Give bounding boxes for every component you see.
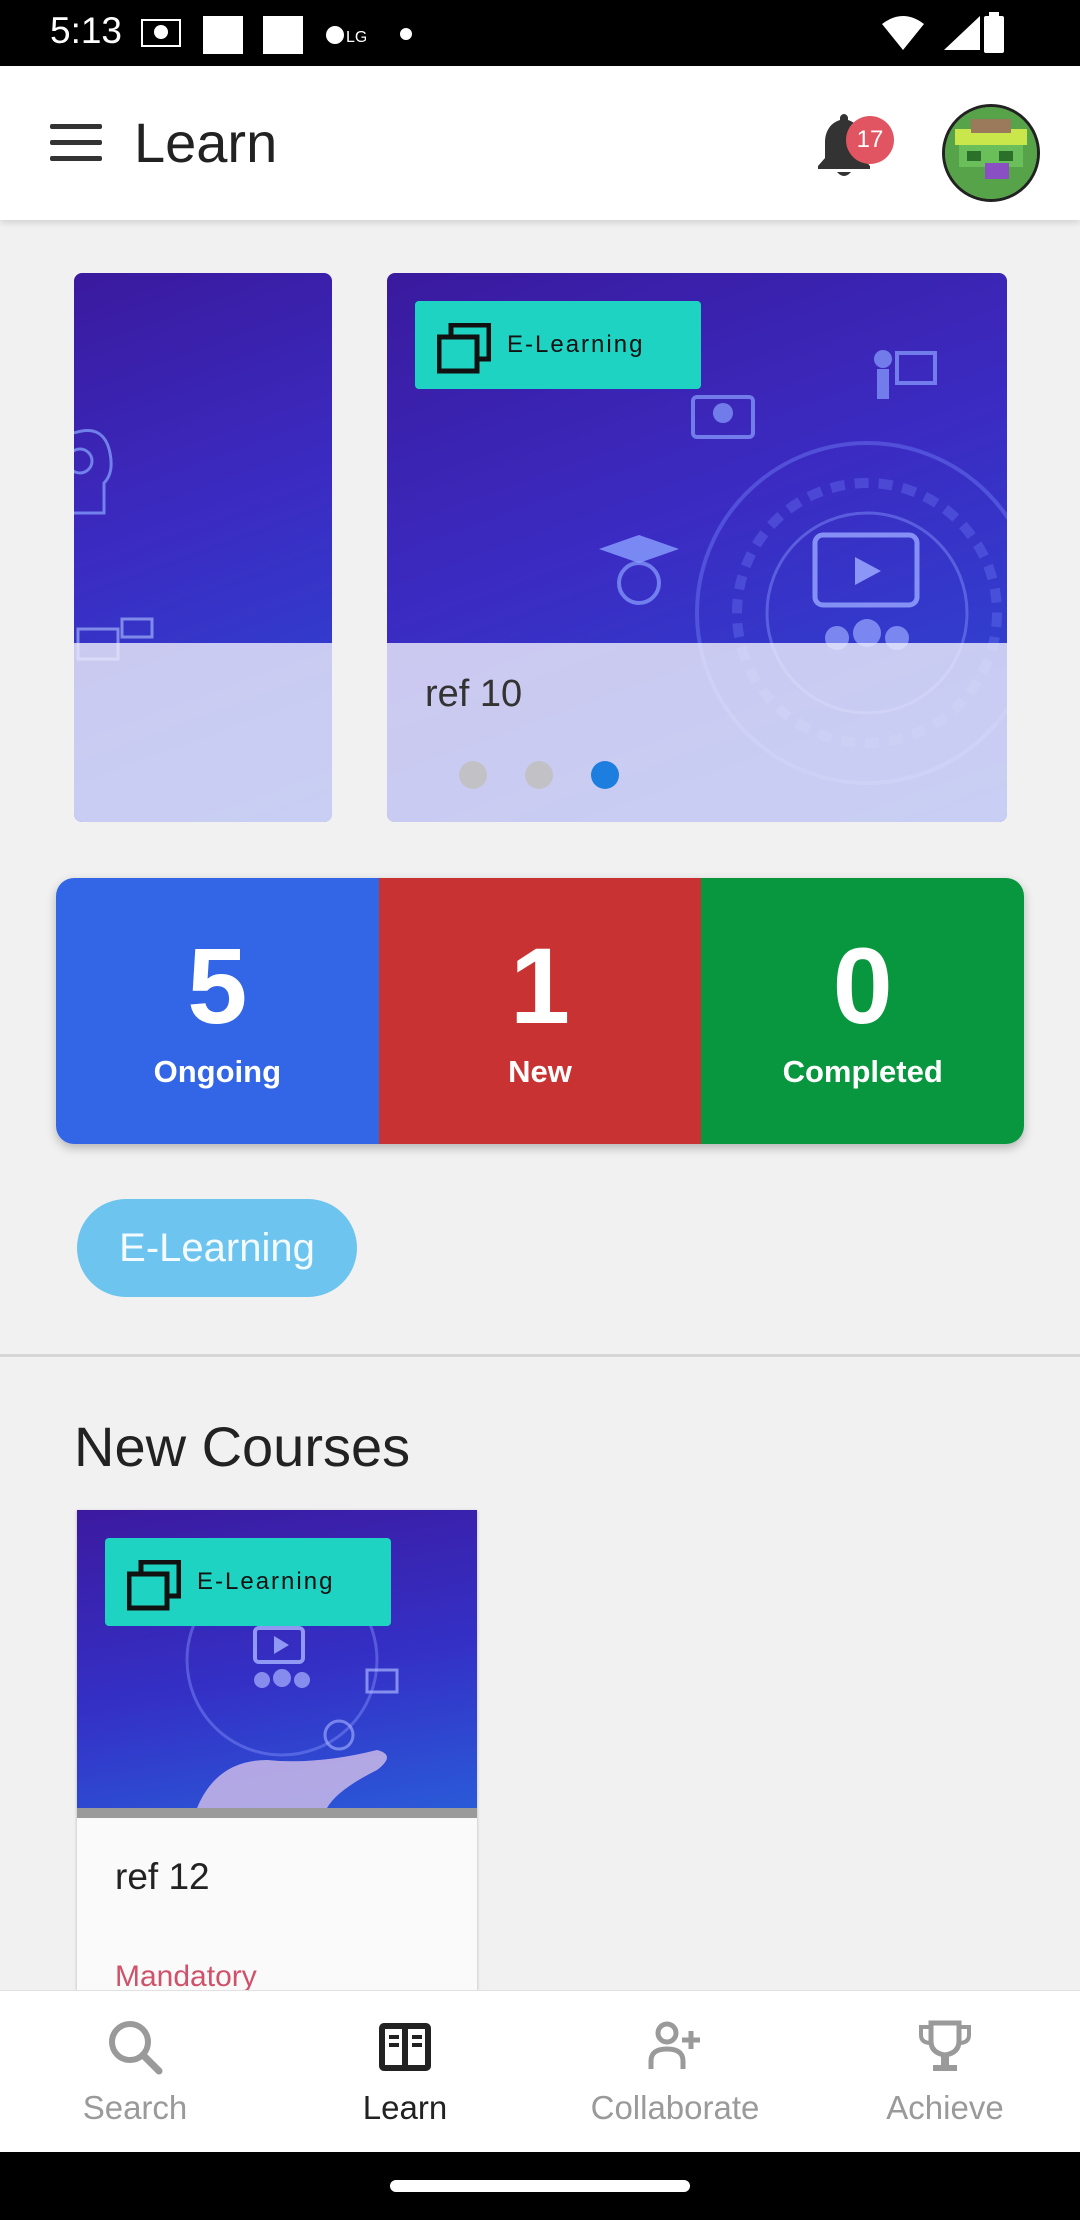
square-notification-icon: [203, 16, 243, 54]
stat-ongoing[interactable]: 5 Ongoing: [56, 878, 379, 1144]
course-title: ref 12: [115, 1856, 210, 1897]
stat-value: 1: [509, 925, 571, 1046]
signal-icon: [944, 16, 980, 50]
stat-value: 0: [832, 925, 893, 1046]
slide-title: ref 10: [425, 673, 523, 715]
book-icon: [379, 2023, 431, 2071]
bottom-navigation: Search Learn Collaborate Achieve: [0, 1990, 1080, 2153]
filter-chip-elearning[interactable]: E-Learning: [77, 1199, 357, 1297]
course-progress-bar: [77, 1808, 477, 1818]
course-card[interactable]: E-Learning ref 12 Mandatory: [77, 1510, 477, 1990]
carousel-dot-active[interactable]: [591, 761, 619, 789]
tag-label: E-Learning: [197, 1568, 335, 1595]
app-notification-icon: [141, 19, 181, 47]
slide-caption-area: [387, 643, 1007, 822]
carousel-dot[interactable]: [525, 761, 553, 789]
nav-item-learn[interactable]: Learn: [270, 1991, 540, 2153]
avatar[interactable]: [942, 104, 1040, 202]
app-bar: Learn: [0, 66, 1080, 220]
trophy-icon: [919, 2020, 971, 2071]
carousel-dot[interactable]: [459, 761, 487, 789]
svg-text:LG: LG: [346, 29, 366, 46]
dot-icon: [400, 28, 412, 40]
wifi-icon: [882, 16, 924, 50]
stat-completed[interactable]: 0 Completed: [701, 878, 1024, 1144]
square-notification-icon: [263, 16, 303, 54]
nav-label: Search: [82, 2089, 188, 2126]
course-mandatory-label: Mandatory: [115, 1960, 257, 1990]
add-person-icon: [648, 2021, 700, 2069]
nav-item-search[interactable]: Search: [0, 1991, 270, 2153]
tag-label: E-Learning: [507, 331, 645, 358]
avatar-image: [945, 107, 1037, 199]
course-stats: 5 Ongoing 1 New 0 Completed: [56, 878, 1024, 1144]
stat-label: Ongoing: [153, 1054, 282, 1089]
layers-icon: [437, 323, 491, 374]
menu-icon[interactable]: [50, 124, 102, 164]
stat-label: Completed: [782, 1054, 943, 1089]
status-time: 5:13: [50, 10, 123, 51]
nav-label: Learn: [362, 2089, 448, 2126]
page-title: Learn: [134, 111, 278, 174]
carousel-slide-current[interactable]: E-Learning ref 10: [387, 273, 1007, 822]
stat-new[interactable]: 1 New: [378, 878, 702, 1144]
notification-badge: 17: [846, 116, 894, 164]
course-type-tag: E-Learning: [105, 1538, 391, 1626]
section-divider: [0, 1354, 1080, 1357]
nav-label: Collaborate: [590, 2089, 760, 2126]
nav-item-achieve[interactable]: Achieve: [810, 1991, 1080, 2153]
home-indicator[interactable]: [390, 2180, 690, 2192]
stat-value: 5: [187, 925, 248, 1046]
system-navigation-bar: [0, 2152, 1080, 2220]
stat-label: New: [508, 1054, 572, 1089]
nav-label: Achieve: [886, 2089, 1004, 2126]
course-type-tag: E-Learning: [415, 301, 701, 389]
slide-caption-area: [74, 643, 332, 822]
layers-icon: [127, 1560, 181, 1611]
carousel-slide-previous[interactable]: [74, 273, 332, 822]
nav-item-collaborate[interactable]: Collaborate: [540, 1991, 810, 2153]
battery-icon: [984, 12, 1004, 53]
section-title: New Courses: [74, 1415, 411, 1478]
search-icon: [109, 2021, 163, 2075]
status-bar: 5:13 LG: [0, 0, 1080, 66]
lg-icon: LG: [326, 26, 366, 46]
